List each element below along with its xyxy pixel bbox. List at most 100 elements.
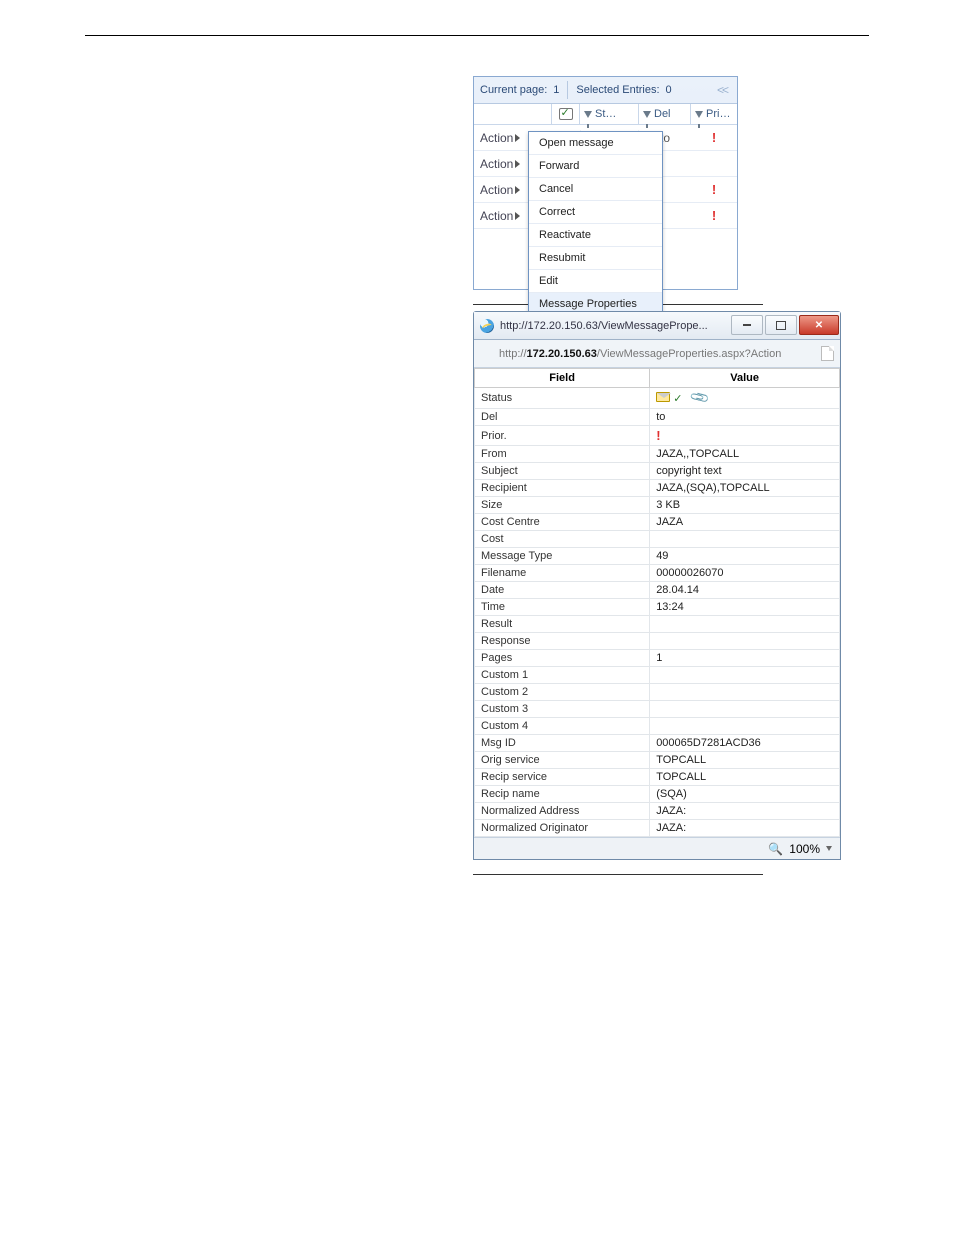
property-value: (SQA) bbox=[650, 786, 840, 803]
property-field: Recipient bbox=[475, 480, 650, 497]
del-filter[interactable]: Del bbox=[639, 104, 691, 124]
zoom-icon[interactable]: 🔍 bbox=[768, 842, 783, 856]
property-value: TOPCALL bbox=[650, 769, 840, 786]
context-menu: Open message Forward Cancel Correct Reac… bbox=[528, 131, 663, 316]
zoom-dropdown[interactable] bbox=[826, 846, 832, 851]
properties-table: Field Value Status ✓ 📎DeltoPrior.!FromJA… bbox=[474, 368, 840, 837]
property-field: Cost bbox=[475, 531, 650, 548]
property-field: Custom 2 bbox=[475, 684, 650, 701]
menu-correct[interactable]: Correct bbox=[529, 201, 662, 224]
address-bar[interactable]: http://172.20.150.63/ViewMessageProperti… bbox=[474, 340, 840, 368]
url-host: 172.20.150.63 bbox=[527, 348, 597, 360]
property-value: ! bbox=[650, 426, 840, 446]
select-all-checkbox[interactable] bbox=[552, 104, 580, 124]
filter-icon bbox=[643, 111, 651, 118]
property-field: Date bbox=[475, 582, 650, 599]
menu-cancel[interactable]: Cancel bbox=[529, 178, 662, 201]
property-value: 13:24 bbox=[650, 599, 840, 616]
close-button[interactable] bbox=[799, 315, 839, 335]
property-value: JAZA,,TOPCALL bbox=[650, 446, 840, 463]
property-row: Custom 2 bbox=[475, 684, 840, 701]
message-grid: Current page: 1 Selected Entries: 0 << S… bbox=[473, 76, 738, 290]
property-row: FromJAZA,,TOPCALL bbox=[475, 446, 840, 463]
property-value: 1 bbox=[650, 650, 840, 667]
property-value: TOPCALL bbox=[650, 752, 840, 769]
property-value: copyright text bbox=[650, 463, 840, 480]
current-page-label: Current page: bbox=[480, 84, 547, 96]
filter-icon bbox=[584, 111, 592, 118]
status-bar: 🔍 100% bbox=[474, 837, 840, 859]
minimize-button[interactable] bbox=[731, 315, 763, 335]
url-prefix: http:// bbox=[499, 348, 527, 360]
property-row: Size3 KB bbox=[475, 497, 840, 514]
property-row: Status ✓ 📎 bbox=[475, 388, 840, 409]
dropdown-icon bbox=[515, 134, 520, 142]
ie-logo-icon bbox=[480, 347, 493, 360]
titlebar[interactable]: http://172.20.150.63/ViewMessagePrope... bbox=[474, 312, 840, 340]
property-row: Response bbox=[475, 633, 840, 650]
attachment-icon: 📎 bbox=[689, 387, 711, 409]
property-row: Cost CentreJAZA bbox=[475, 514, 840, 531]
property-field: Custom 4 bbox=[475, 718, 650, 735]
property-value: 000065D7281ACD36 bbox=[650, 735, 840, 752]
menu-forward[interactable]: Forward bbox=[529, 155, 662, 178]
dropdown-icon bbox=[515, 212, 520, 220]
checkbox-icon bbox=[559, 108, 573, 120]
status-filter[interactable]: St… bbox=[580, 104, 639, 124]
property-field: Prior. bbox=[475, 426, 650, 446]
property-row: Delto bbox=[475, 409, 840, 426]
property-row: Subjectcopyright text bbox=[475, 463, 840, 480]
separator-rule bbox=[473, 874, 763, 875]
property-row: RecipientJAZA,(SQA),TOPCALL bbox=[475, 480, 840, 497]
property-field: Status bbox=[475, 388, 650, 409]
property-value: 28.04.14 bbox=[650, 582, 840, 599]
property-row: Msg ID000065D7281ACD36 bbox=[475, 735, 840, 752]
priority-icon: ! bbox=[712, 208, 716, 223]
priority-icon: ! bbox=[712, 182, 716, 197]
property-row: Recip serviceTOPCALL bbox=[475, 769, 840, 786]
menu-resubmit[interactable]: Resubmit bbox=[529, 247, 662, 270]
menu-open-message[interactable]: Open message bbox=[529, 132, 662, 155]
filter-icon bbox=[695, 111, 703, 118]
property-field: Cost Centre bbox=[475, 514, 650, 531]
col-field: Field bbox=[475, 369, 650, 388]
property-field: Custom 3 bbox=[475, 701, 650, 718]
property-value: 49 bbox=[650, 548, 840, 565]
properties-window: http://172.20.150.63/ViewMessagePrope...… bbox=[473, 311, 841, 860]
page-icon bbox=[821, 346, 834, 361]
property-value bbox=[650, 684, 840, 701]
property-value: 3 KB bbox=[650, 497, 840, 514]
property-field: Pages bbox=[475, 650, 650, 667]
property-value: JAZA: bbox=[650, 803, 840, 820]
property-row: Recip name(SQA) bbox=[475, 786, 840, 803]
property-row: Cost bbox=[475, 531, 840, 548]
dropdown-icon bbox=[515, 160, 520, 168]
selected-entries-value: 0 bbox=[666, 84, 672, 96]
property-row: Time13:24 bbox=[475, 599, 840, 616]
property-field: From bbox=[475, 446, 650, 463]
property-value bbox=[650, 531, 840, 548]
url-path: /ViewMessageProperties.aspx?Action bbox=[597, 348, 781, 360]
property-field: Response bbox=[475, 633, 650, 650]
priority-icon: ! bbox=[712, 130, 716, 145]
property-row: Filename00000026070 bbox=[475, 565, 840, 582]
collapse-button[interactable]: << bbox=[713, 83, 731, 97]
col-value: Value bbox=[650, 369, 840, 388]
property-row: Custom 4 bbox=[475, 718, 840, 735]
property-field: Custom 1 bbox=[475, 667, 650, 684]
property-field: Del bbox=[475, 409, 650, 426]
property-value: JAZA bbox=[650, 514, 840, 531]
maximize-button[interactable] bbox=[765, 315, 797, 335]
property-row: Message Type49 bbox=[475, 548, 840, 565]
property-value bbox=[650, 633, 840, 650]
selected-entries-label: Selected Entries: bbox=[576, 84, 659, 96]
property-row: Normalized AddressJAZA: bbox=[475, 803, 840, 820]
property-row: Result bbox=[475, 616, 840, 633]
menu-edit[interactable]: Edit bbox=[529, 270, 662, 293]
priority-filter[interactable]: Pri… bbox=[691, 104, 737, 124]
property-field: Size bbox=[475, 497, 650, 514]
window-title: http://172.20.150.63/ViewMessagePrope... bbox=[500, 320, 730, 332]
grid-toolbar: Current page: 1 Selected Entries: 0 << bbox=[474, 77, 737, 104]
menu-reactivate[interactable]: Reactivate bbox=[529, 224, 662, 247]
property-field: Filename bbox=[475, 565, 650, 582]
